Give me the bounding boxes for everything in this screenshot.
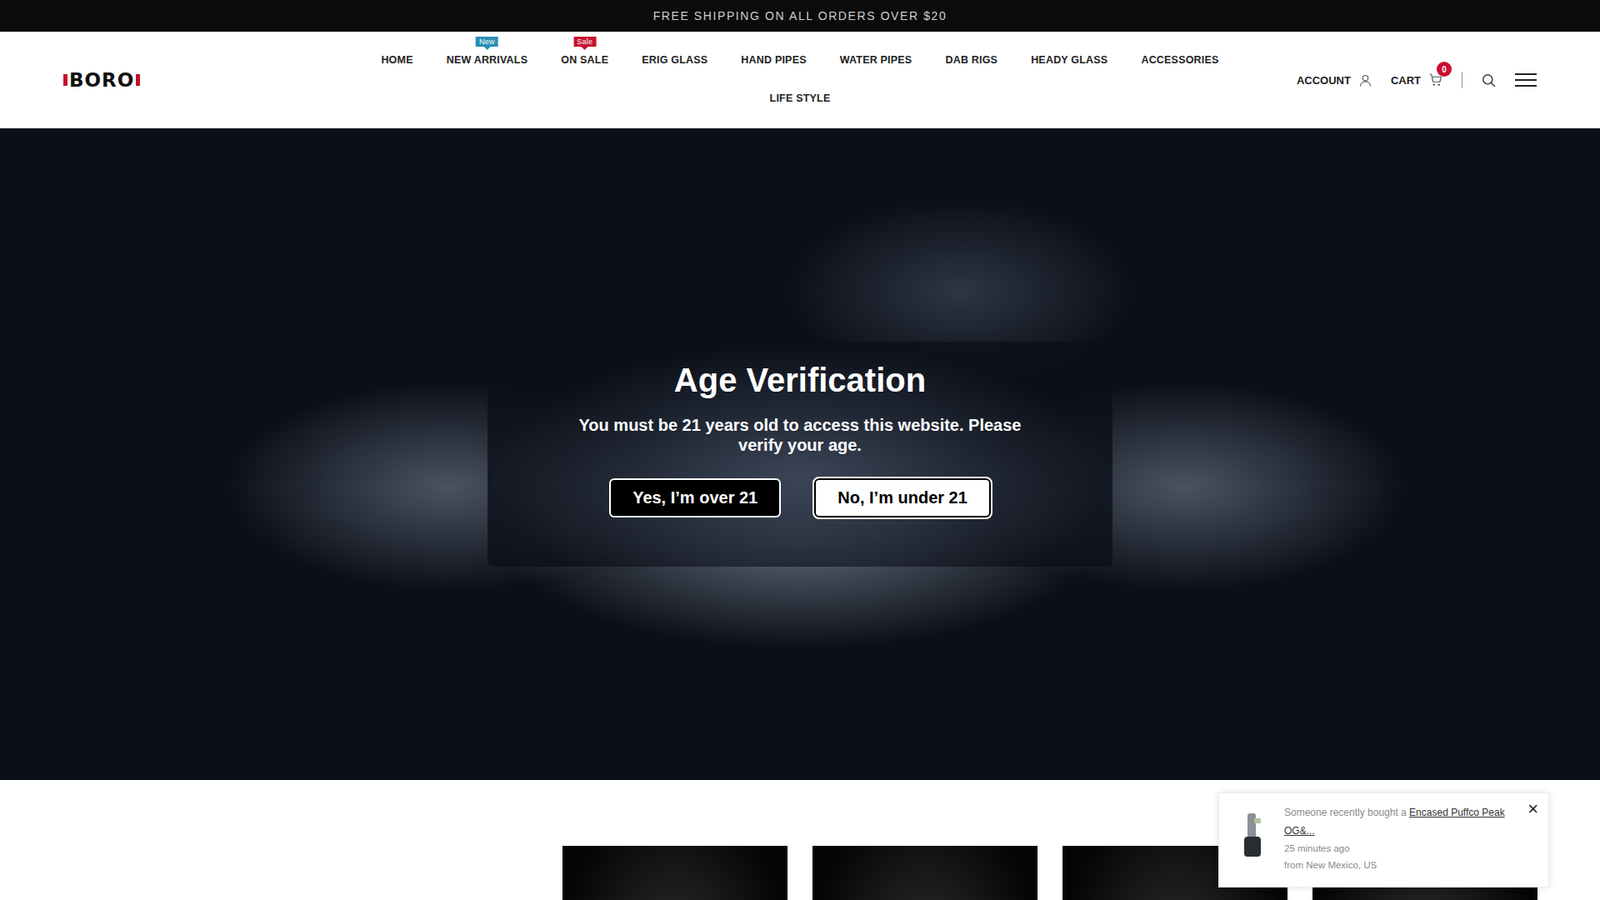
nav-item[interactable]: Sale ON SALE [560, 51, 609, 69]
primary-age-button[interactable]: Yes, I’m over 21 [609, 478, 781, 518]
nav-badge: Sale [573, 36, 596, 47]
toast-location: from New Mexico, US [1284, 856, 1519, 874]
nav-item[interactable]: HOME [380, 51, 413, 69]
nav-badge: New [475, 36, 499, 47]
search-icon[interactable] [1480, 72, 1497, 89]
logo-mark-icon [135, 74, 140, 86]
toast-time: 25 minutes ago [1284, 840, 1519, 857]
header-actions: ACCOUNT CART 0 [1261, 71, 1537, 89]
divider [1461, 71, 1463, 89]
logo-mark-icon [63, 74, 68, 86]
site-header: BORO HOME New NEW ARRIVALS Sale ON SALE ER… [0, 31, 1600, 129]
age-verification-modal: Age Verification You must be 21 years ol… [487, 341, 1113, 567]
product-thumbnail-icon [1235, 810, 1270, 860]
menu-icon[interactable] [1515, 72, 1537, 88]
user-icon [1358, 73, 1373, 88]
cart-link[interactable]: CART 0 [1390, 72, 1444, 88]
main-nav: HOME New NEW ARRIVALS Sale ON SALE ERIG GL… [350, 31, 1250, 129]
nav-item[interactable]: New NEW ARRIVALS [446, 51, 529, 69]
product-link[interactable]: Encased Puffco Peak OG&... [1284, 806, 1505, 837]
purchase-notification: Someone recently bought a Encased Puffco… [1218, 792, 1550, 888]
nav-item[interactable]: DAB RIGS [945, 51, 998, 69]
nav-item[interactable]: ACCESSORIES [1140, 51, 1219, 69]
cart-count: 0 [1436, 61, 1452, 77]
modal-message: You must be 21 years old to access this … [558, 415, 1042, 455]
nav-item[interactable]: LIFE STYLE [770, 90, 831, 107]
close-button[interactable]: × [1527, 800, 1539, 819]
account-link[interactable]: ACCOUNT [1296, 73, 1373, 88]
product-tile[interactable] [562, 845, 788, 900]
announcement-bar: FREE SHIPPING ON ALL ORDERS OVER $20 [0, 0, 1600, 32]
nav-item[interactable]: WATER PIPES [840, 51, 913, 69]
announcement-text: FREE SHIPPING ON ALL ORDERS OVER $20 [653, 9, 948, 23]
secondary-age-button[interactable]: No, I’m under 21 [814, 478, 991, 518]
product-tile[interactable] [812, 845, 1038, 900]
nav-item[interactable]: ERIG GLASS [641, 51, 708, 69]
page: FREE SHIPPING ON ALL ORDERS OVER $20 BOR… [0, 0, 1600, 900]
nav-item[interactable]: HEADY GLASS [1030, 51, 1108, 69]
nav-item[interactable]: HAND PIPES [740, 51, 806, 69]
logo[interactable]: BORO [63, 69, 140, 91]
modal-title: Age Verification [512, 360, 1088, 400]
hero-banner: Age Verification You must be 21 years ol… [0, 128, 1600, 780]
